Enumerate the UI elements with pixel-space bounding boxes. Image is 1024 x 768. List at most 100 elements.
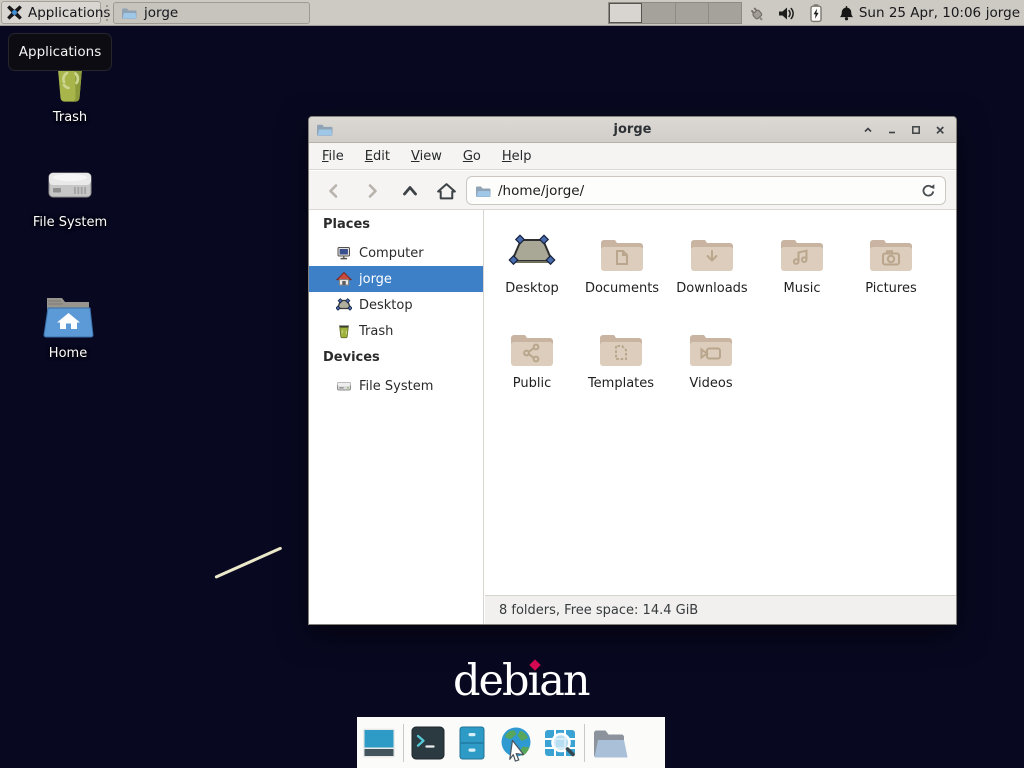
back-button[interactable] xyxy=(321,178,347,204)
workspace-1[interactable] xyxy=(609,3,642,23)
app-finder-icon xyxy=(541,724,579,762)
app-finder-launcher[interactable] xyxy=(538,723,582,763)
sidebar-item-label: Desktop xyxy=(359,298,413,313)
file-browser-launcher[interactable] xyxy=(587,723,631,763)
file-item-music[interactable]: Music xyxy=(758,227,846,296)
taskbar-window-button[interactable]: jorge xyxy=(113,2,310,24)
toolbar: /home/jorge/ xyxy=(309,171,956,210)
file-item-videos[interactable]: Videos xyxy=(667,322,755,391)
drive-mini-icon xyxy=(336,378,352,394)
minimize-button[interactable] xyxy=(880,117,904,143)
dock-separator xyxy=(584,724,585,762)
home-folder-icon xyxy=(8,290,128,342)
file-item-label: Music xyxy=(758,281,846,296)
up-button[interactable] xyxy=(397,178,423,204)
statusbar: 8 folders, Free space: 14.4 GiB xyxy=(485,595,956,624)
menu-help[interactable]: Help xyxy=(502,146,542,167)
file-item-label: Downloads xyxy=(668,281,756,296)
sidebar: Places Computer jorge Desktop Trash xyxy=(309,210,484,624)
public-folder-icon xyxy=(488,322,576,368)
home-icon xyxy=(336,271,352,287)
system-tray xyxy=(746,0,856,26)
sidebar-item-jorge[interactable]: jorge xyxy=(309,266,483,292)
workspace-3[interactable] xyxy=(676,3,709,23)
templates-folder-icon xyxy=(577,322,665,368)
file-item-templates[interactable]: Templates xyxy=(577,322,665,391)
sidebar-item-trash[interactable]: Trash xyxy=(309,318,483,344)
sidebar-item-computer[interactable]: Computer xyxy=(309,240,483,266)
music-folder-icon xyxy=(758,227,846,273)
window-titlebar[interactable]: jorge xyxy=(309,117,956,143)
battery-icon[interactable] xyxy=(806,3,826,23)
sidebar-item-desktop[interactable]: Desktop xyxy=(309,292,483,318)
file-item-label: Desktop xyxy=(488,281,576,296)
file-item-public[interactable]: Public xyxy=(488,322,576,391)
folder-icon xyxy=(590,724,628,762)
file-cabinet-icon xyxy=(453,724,491,762)
desktop-icon-label: Home xyxy=(8,346,128,361)
forward-button[interactable] xyxy=(359,178,385,204)
terminal-launcher[interactable] xyxy=(406,723,450,763)
pathbar-folder-icon xyxy=(475,184,491,198)
file-manager-window: jorge File Edit View Go Help xyxy=(308,116,957,625)
desktop-icon-label: Trash xyxy=(10,110,130,125)
desktop-icon-home[interactable]: Home xyxy=(8,290,128,361)
reload-button[interactable] xyxy=(920,182,937,199)
workspace-4[interactable] xyxy=(709,3,741,23)
file-item-label: Documents xyxy=(578,281,666,296)
sidebar-item-label: jorge xyxy=(359,272,392,287)
file-view[interactable]: Desktop Documents Downloads xyxy=(485,210,956,595)
show-desktop-button[interactable] xyxy=(357,723,401,763)
shade-button[interactable] xyxy=(856,117,880,143)
workspace-pager xyxy=(608,2,742,24)
panel-clock[interactable]: Sun 25 Apr, 10:06 xyxy=(858,0,982,26)
folder-icon xyxy=(121,6,137,20)
sidebar-item-label: File System xyxy=(359,379,433,394)
path-input[interactable]: /home/jorge/ xyxy=(498,183,913,199)
file-item-label: Public xyxy=(488,376,576,391)
sidebar-item-label: Trash xyxy=(359,324,393,339)
volume-icon[interactable] xyxy=(776,3,796,23)
file-item-desktop[interactable]: Desktop xyxy=(488,227,576,296)
file-item-documents[interactable]: Documents xyxy=(578,227,666,296)
status-text: 8 folders, Free space: 14.4 GiB xyxy=(499,603,698,618)
maximize-button[interactable] xyxy=(904,117,928,143)
home-button[interactable] xyxy=(433,178,459,204)
menu-file[interactable]: File xyxy=(322,146,354,167)
dock xyxy=(357,717,665,768)
pictures-folder-icon xyxy=(847,227,935,273)
file-item-label: Pictures xyxy=(847,281,935,296)
sidebar-item-label: Computer xyxy=(359,246,424,261)
menubar: File Edit View Go Help xyxy=(309,143,956,170)
file-item-label: Templates xyxy=(577,376,665,391)
applications-menu-label: Applications xyxy=(28,5,110,21)
file-item-downloads[interactable]: Downloads xyxy=(668,227,756,296)
xfce-logo-icon xyxy=(6,4,23,21)
menu-go[interactable]: Go xyxy=(463,146,491,167)
web-browser-launcher[interactable] xyxy=(494,723,538,763)
pathbar[interactable]: /home/jorge/ xyxy=(466,176,946,205)
desktop-icon-file-system[interactable]: File System xyxy=(10,155,130,230)
panel-handle[interactable] xyxy=(104,5,110,21)
desktop-folder-icon xyxy=(488,227,576,273)
dock-separator xyxy=(403,724,404,762)
brand-letter-i: ı xyxy=(528,656,540,706)
computer-icon xyxy=(336,245,352,261)
wallpaper-stroke xyxy=(214,546,282,578)
file-manager-launcher[interactable] xyxy=(450,723,494,763)
power-plug-icon[interactable] xyxy=(746,3,766,23)
trash-mini-icon xyxy=(336,323,352,339)
window-controls xyxy=(856,117,952,143)
notification-bell-icon[interactable] xyxy=(836,3,856,23)
sidebar-item-file-system[interactable]: File System xyxy=(309,373,483,399)
menu-edit[interactable]: Edit xyxy=(365,146,400,167)
menu-view[interactable]: View xyxy=(411,146,452,167)
file-item-pictures[interactable]: Pictures xyxy=(847,227,935,296)
brand-text-post: an xyxy=(539,656,588,706)
close-button[interactable] xyxy=(928,117,952,143)
file-item-label: Videos xyxy=(667,376,755,391)
hard-drive-icon xyxy=(10,155,130,211)
applications-tooltip: Applications xyxy=(8,33,112,71)
workspace-2[interactable] xyxy=(642,3,675,23)
applications-menu-button[interactable]: Applications xyxy=(1,1,101,24)
